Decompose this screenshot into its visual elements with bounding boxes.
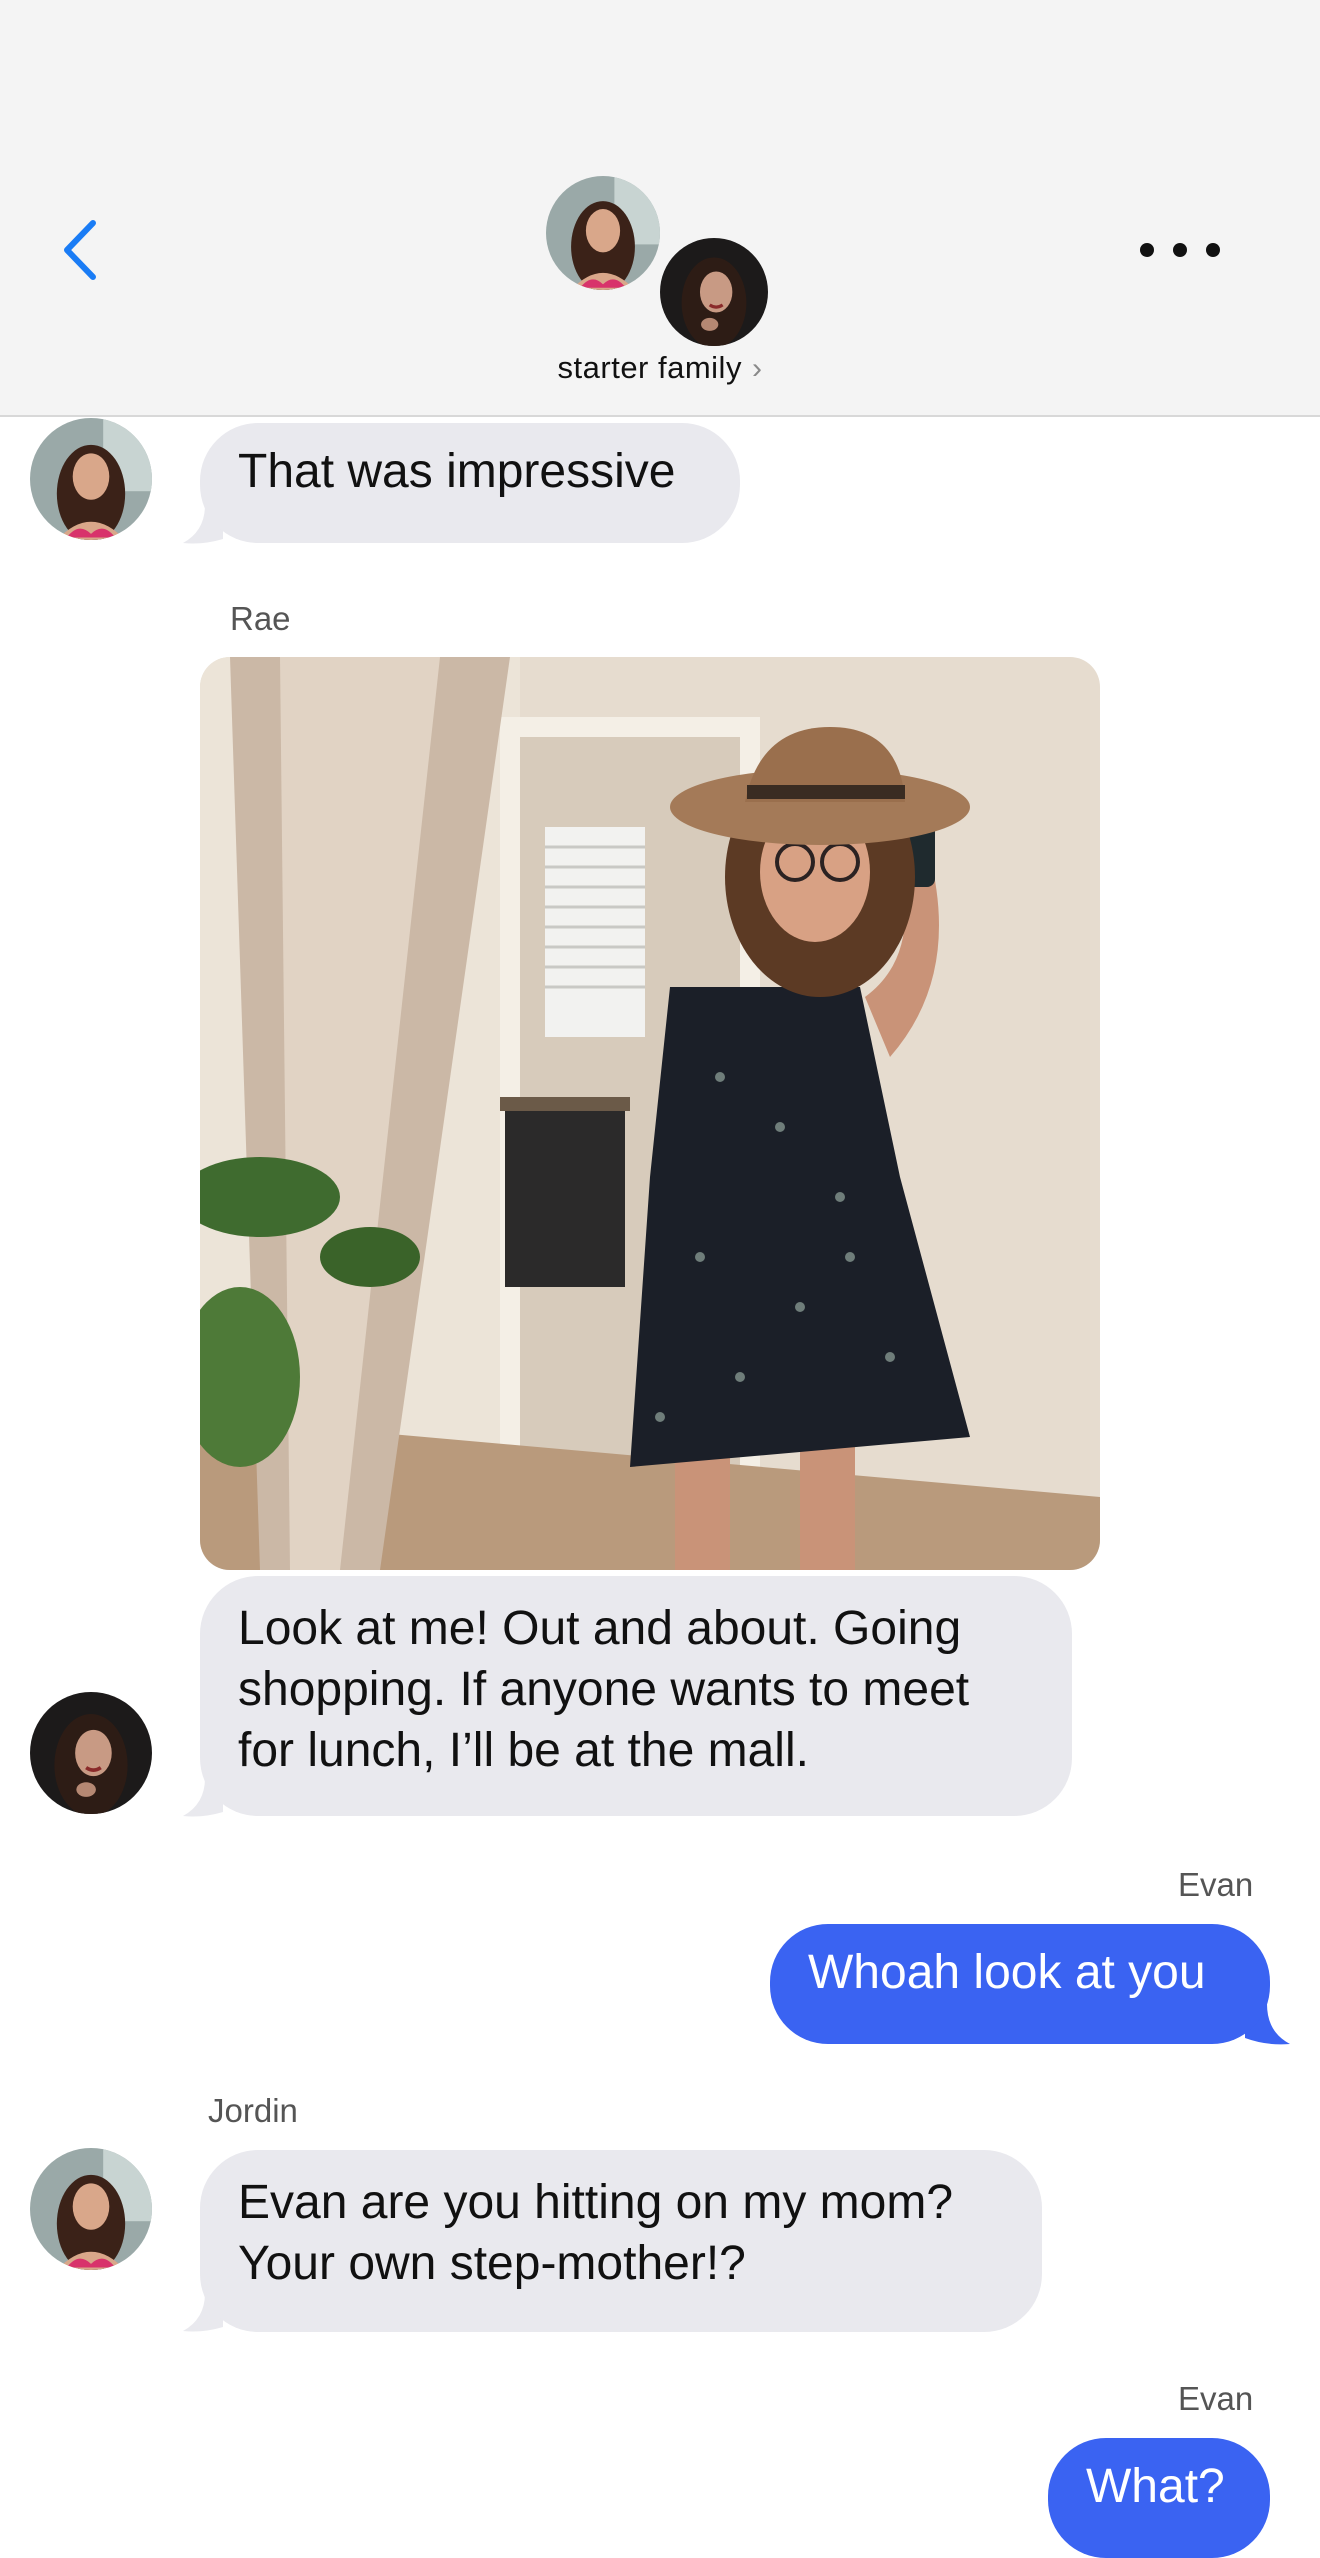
message-bubble-outgoing[interactable]: What? [1048,2438,1270,2558]
photo-attachment[interactable] [200,657,1100,1570]
conversation-header: starter family › [0,0,1320,417]
ellipsis-icon [1140,243,1154,257]
message-bubble-incoming[interactable]: Look at me! Out and about. Going shoppin… [200,1576,1072,1816]
avatar-rae [660,238,768,346]
message-text: What? [1086,2460,1225,2513]
ellipsis-dot [1206,243,1220,257]
message-text: Whoah look at you [808,1946,1206,1999]
avatar-rae[interactable] [30,1692,152,1814]
ellipsis-dot [1173,243,1187,257]
message-text: That was impressive [238,445,676,498]
sender-name: Jordin [208,2092,298,2129]
message-text: Look at me! Out and about. Going shoppin… [238,1602,970,1777]
more-options-button[interactable] [1140,225,1220,275]
message-bubble-outgoing[interactable]: Whoah look at you [770,1924,1270,2044]
sender-name: Evan [1178,2380,1254,2417]
avatar-jordin[interactable] [30,2148,152,2270]
chevron-left-icon [64,220,96,280]
group-name[interactable]: starter family › [0,350,1320,386]
group-avatars[interactable] [540,172,780,352]
avatar-jordin [546,176,660,290]
back-button[interactable] [55,215,105,285]
message-text: Evan are you hitting on my mom? Your own… [238,2176,954,2290]
avatar-jordin[interactable] [30,418,152,540]
group-name-label: starter family [557,350,742,385]
message-bubble-incoming[interactable]: That was impressive [200,423,740,543]
chevron-right-icon: › [751,352,763,385]
sender-name: Rae [230,600,291,637]
sender-name: Evan [1178,1866,1254,1903]
message-bubble-incoming[interactable]: Evan are you hitting on my mom? Your own… [200,2150,1042,2332]
